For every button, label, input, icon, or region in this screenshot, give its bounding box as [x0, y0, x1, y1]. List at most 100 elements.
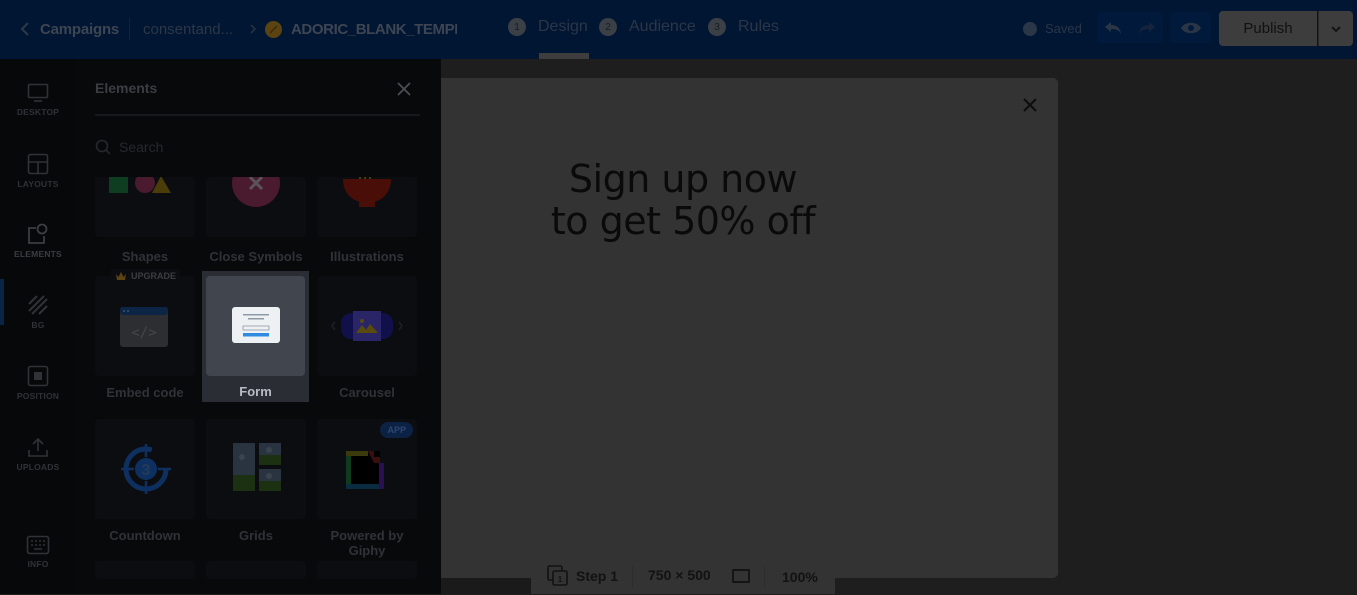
popup-close-icon[interactable]: [1022, 97, 1038, 113]
divider: [764, 566, 765, 588]
top-bar: Campaigns consentand... ADORIC_BLANK_TEM…: [0, 0, 1357, 59]
tile-embed-code[interactable]: </> Embed code: [95, 276, 195, 400]
saved-label: Saved: [1045, 21, 1082, 36]
tile-close-symbols[interactable]: Close Symbols: [206, 177, 306, 264]
tab-rules[interactable]: 3 Rules: [708, 18, 779, 36]
tile-thumbnail: [95, 177, 195, 237]
divider: [632, 566, 633, 588]
rail-item-info[interactable]: INFO: [0, 535, 76, 595]
left-rail: DESKTOP LAYOUTS ELEMENTS BG POSITION UPL…: [0, 59, 76, 594]
panel-title: Elements: [95, 80, 158, 96]
tile-label: Powered by Giphy: [330, 528, 404, 558]
resize-frame-icon[interactable]: [732, 569, 750, 583]
headline-line-2: to get 50% off: [550, 199, 816, 243]
step-label: Design: [538, 18, 588, 35]
eye-icon: [1181, 22, 1201, 34]
step-selector[interactable]: 1 Step 1: [547, 565, 618, 587]
keyboard-icon: [26, 535, 50, 555]
undo-redo-group: [1097, 12, 1163, 43]
publish-button[interactable]: Publish: [1219, 11, 1317, 46]
undo-icon[interactable]: [1103, 19, 1123, 37]
steps-icon: 1: [547, 565, 568, 586]
rail-item-elements[interactable]: ELEMENTS: [0, 223, 76, 283]
rail-label: UPLOADS: [16, 462, 60, 472]
rail-label: BG: [31, 320, 45, 330]
tile-form[interactable]: Form: [202, 271, 309, 402]
tile-thumbnail: [317, 177, 417, 237]
upload-icon: [28, 437, 48, 457]
zoom-level[interactable]: 100%: [782, 569, 818, 585]
breadcrumb-campaigns-link[interactable]: Campaigns: [40, 21, 119, 38]
rail-label: DESKTOP: [16, 107, 60, 117]
svg-text:</>: </>: [131, 325, 156, 341]
position-icon: [27, 365, 49, 387]
popup-preview[interactable]: [441, 78, 1058, 578]
canvas-status-bar: 1 Step 1 750 × 500 100%: [531, 558, 835, 594]
tile-partial: [206, 561, 306, 579]
rail-item-layouts[interactable]: LAYOUTS: [0, 153, 76, 213]
tile-label: Illustrations: [330, 249, 404, 264]
step-icon-number: 1: [558, 575, 563, 584]
elements-icon: [28, 223, 48, 244]
template-name[interactable]: ADORIC_BLANK_TEMPL: [291, 21, 457, 38]
tile-grids[interactable]: Grids: [206, 419, 306, 543]
preview-button[interactable]: [1170, 12, 1211, 43]
chevron-right-icon: [250, 24, 257, 34]
tile-label: Form: [239, 384, 272, 399]
rail-item-uploads[interactable]: UPLOADS: [0, 436, 76, 496]
step-number: 3: [708, 18, 726, 36]
background-stripes-icon: [28, 295, 48, 315]
step-label: Step 1: [576, 568, 619, 584]
tile-label: Carousel: [339, 385, 395, 400]
tile-thumbnail: APP: [317, 419, 417, 519]
save-status: Saved: [1023, 21, 1082, 36]
tile-label: Close Symbols: [209, 249, 303, 264]
headline-line-1: Sign up now: [568, 157, 798, 201]
tile-carousel[interactable]: Carousel: [317, 276, 417, 400]
tile-thumbnail: 3: [95, 419, 195, 519]
tile-label: Embed code: [106, 385, 184, 400]
publish-dropdown-button[interactable]: [1318, 11, 1353, 46]
shapes-icon: [109, 177, 171, 193]
countdown-icon: 3: [121, 444, 171, 494]
breadcrumb-campaign-link[interactable]: consentand...: [143, 21, 233, 38]
form-icon: [232, 307, 280, 343]
giphy-icon: [346, 451, 384, 489]
edit-pencil-icon[interactable]: [265, 21, 282, 38]
bowl-illustration-icon: [343, 177, 391, 207]
canvas-footer-gap: [441, 578, 532, 594]
step-number: 2: [599, 18, 617, 36]
crown-icon: [116, 272, 126, 280]
tab-audience[interactable]: 2 Audience: [599, 18, 696, 36]
tile-countdown[interactable]: 3 Countdown: [95, 419, 195, 543]
close-symbol-icon: [232, 177, 280, 207]
upgrade-badge[interactable]: UPGRADE: [111, 269, 181, 283]
redo-icon[interactable]: [1137, 19, 1157, 37]
close-icon[interactable]: [396, 81, 412, 97]
tile-thumbnail: [206, 419, 306, 519]
tab-design[interactable]: 1 Design: [508, 18, 588, 36]
upgrade-label: UPGRADE: [131, 271, 177, 281]
rail-item-bg[interactable]: BG: [0, 294, 76, 354]
popup-headline[interactable]: Sign up now to get 50% off: [441, 158, 925, 242]
rail-item-position[interactable]: POSITION: [0, 365, 76, 425]
check-circle-icon: [1023, 21, 1037, 36]
panel-divider: [95, 114, 420, 116]
rail-item-desktop[interactable]: DESKTOP: [0, 83, 76, 143]
chevron-left-icon[interactable]: [18, 19, 32, 39]
tile-giphy[interactable]: APP Powered by Giphy: [317, 419, 417, 558]
tile-label: Shapes: [121, 249, 169, 264]
canvas-size[interactable]: 750 × 500: [648, 567, 711, 583]
tile-illustrations[interactable]: Illustrations: [317, 177, 417, 264]
tile-thumbnail: [317, 276, 417, 376]
elements-search-input[interactable]: [119, 135, 399, 159]
search-icon: [95, 139, 111, 155]
tile-shapes[interactable]: Shapes: [95, 177, 195, 264]
monitor-icon: [27, 83, 49, 102]
tile-thumbnail: [206, 177, 306, 237]
embed-code-icon: </>: [120, 307, 168, 347]
tile-label: Grids: [239, 528, 273, 543]
carousel-icon: [331, 311, 403, 341]
step-number: 1: [508, 18, 526, 36]
step-label: Rules: [738, 18, 779, 35]
